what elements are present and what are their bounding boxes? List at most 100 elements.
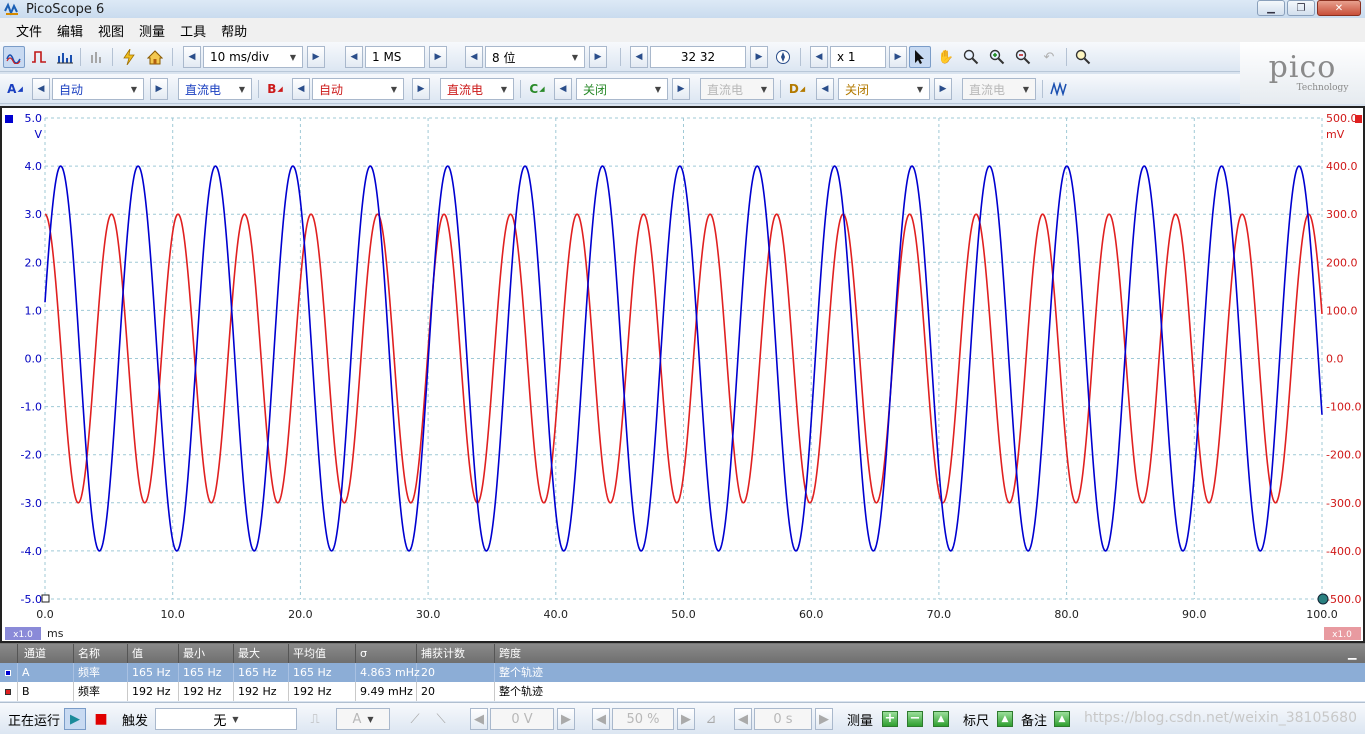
samples-decrease-button[interactable]: ◀ xyxy=(345,46,363,68)
resolution-select[interactable]: 8 位 ▼ xyxy=(485,46,585,68)
zoom-in-tool-icon[interactable] xyxy=(960,46,982,68)
channel-a-range-increase[interactable]: ▶ xyxy=(150,78,168,100)
channel-b-range-increase[interactable]: ▶ xyxy=(412,78,430,100)
edit-measurement-button[interactable]: ▲ xyxy=(933,711,949,727)
auto-setup-icon[interactable] xyxy=(118,46,140,68)
x-axis-tick-label: 70.0 xyxy=(927,608,952,621)
menu-view[interactable]: 视图 xyxy=(90,21,131,40)
channel-c-range-select[interactable]: 关闭 ▼ xyxy=(576,78,668,100)
pretrigger-increase[interactable]: ▶ xyxy=(677,708,695,730)
minimize-button[interactable]: ▁ xyxy=(1257,0,1285,16)
x-axis-tick-label: 30.0 xyxy=(416,608,441,621)
channel-a-range-decrease[interactable]: ◀ xyxy=(32,78,50,100)
pointer-tool-icon[interactable] xyxy=(909,46,931,68)
zoom-field[interactable]: x 1 xyxy=(830,46,886,68)
trigger-mode-select[interactable]: 无 ▼ xyxy=(155,708,297,730)
trigger-level-field[interactable]: 0 V xyxy=(490,708,554,730)
rising-edge-icon[interactable]: ⟋ xyxy=(404,708,426,730)
header-value[interactable]: 值 xyxy=(128,644,179,663)
header-min[interactable]: 最小 xyxy=(179,644,234,663)
timebase-decrease-button[interactable]: ◀ xyxy=(183,46,201,68)
hand-tool-icon[interactable]: ✋ xyxy=(935,46,957,68)
menu-file[interactable]: 文件 xyxy=(8,21,49,40)
channel-b-range-select[interactable]: 自动 ▼ xyxy=(312,78,404,100)
trigger-channel-select[interactable]: A ▼ xyxy=(336,708,390,730)
collapse-icon[interactable]: ▁ xyxy=(1344,644,1362,663)
left-axis-tick-label: -5.0 xyxy=(21,593,42,606)
channel-c-range-decrease[interactable]: ◀ xyxy=(554,78,572,100)
header-capture-count[interactable]: 捕获计数 xyxy=(417,644,495,663)
pretrigger-field[interactable]: 50 % xyxy=(612,708,674,730)
channel-d-options-button[interactable]: D ◢ xyxy=(786,78,808,100)
trigger-level-increase[interactable]: ▶ xyxy=(557,708,575,730)
header-name[interactable]: 名称 xyxy=(74,644,128,663)
channel-b-options-button[interactable]: B ◢ xyxy=(264,78,286,100)
timebase-select[interactable]: 10 ms/div ▼ xyxy=(203,46,303,68)
advanced-trigger-icon[interactable]: ⎍ xyxy=(304,708,326,730)
channel-c-range-increase[interactable]: ▶ xyxy=(672,78,690,100)
samples-field[interactable]: 1 MS xyxy=(365,46,425,68)
spectrum-mode-icon[interactable] xyxy=(54,46,76,68)
ruler-settings-button[interactable]: ▲ xyxy=(997,711,1013,727)
menu-tools[interactable]: 工具 xyxy=(172,21,213,40)
channel-c-coupling-select[interactable]: 直流电 ▼ xyxy=(700,78,774,100)
zoom-increase-button[interactable]: ▶ xyxy=(889,46,907,68)
channel-d-range-decrease[interactable]: ◀ xyxy=(816,78,834,100)
delay-decrease[interactable]: ◀ xyxy=(734,708,752,730)
capture-next-button[interactable]: ▶ xyxy=(750,46,768,68)
header-span[interactable]: 跨度 xyxy=(495,644,1340,663)
zoom-overview-icon[interactable] xyxy=(1072,46,1094,68)
menu-help[interactable]: 帮助 xyxy=(213,21,254,40)
menu-measure[interactable]: 测量 xyxy=(131,21,172,40)
delay-field[interactable]: 0 s xyxy=(754,708,812,730)
close-button[interactable]: ✕ xyxy=(1317,0,1361,16)
zoom-plus-icon[interactable] xyxy=(986,46,1008,68)
channel-b-coupling-select[interactable]: 直流电 ▼ xyxy=(440,78,514,100)
timebase-increase-button[interactable]: ▶ xyxy=(307,46,325,68)
resolution-decrease-button[interactable]: ◀ xyxy=(465,46,483,68)
resolution-increase-button[interactable]: ▶ xyxy=(589,46,607,68)
navigate-compass-icon[interactable] xyxy=(772,46,794,68)
remove-measurement-button[interactable]: − xyxy=(907,711,923,727)
channel-a-range-value: 自动 xyxy=(59,82,84,97)
capture-count-field[interactable]: 32 32 xyxy=(650,46,746,68)
serial-decode-icon[interactable] xyxy=(86,46,108,68)
channel-b-range-decrease[interactable]: ◀ xyxy=(292,78,310,100)
menu-edit[interactable]: 编辑 xyxy=(49,21,90,40)
right-axis-tick-label: -200.0 xyxy=(1326,449,1361,462)
pretrigger-decrease[interactable]: ◀ xyxy=(592,708,610,730)
scope-mode-icon[interactable] xyxy=(3,46,25,68)
home-icon[interactable] xyxy=(144,46,166,68)
header-max[interactable]: 最大 xyxy=(234,644,289,663)
channel-a-range-select[interactable]: 自动 ▼ xyxy=(52,78,144,100)
channel-d-range-increase[interactable]: ▶ xyxy=(934,78,952,100)
start-button[interactable]: ▶ xyxy=(64,708,86,730)
channel-c-options-button[interactable]: C ◢ xyxy=(526,78,548,100)
channel-a-coupling-select[interactable]: 直流电 ▼ xyxy=(178,78,252,100)
zoom-minus-icon[interactable] xyxy=(1012,46,1034,68)
zoom-decrease-button[interactable]: ◀ xyxy=(810,46,828,68)
x-axis-tick-label: 100.0 xyxy=(1306,608,1338,621)
trigger-level-decrease[interactable]: ◀ xyxy=(470,708,488,730)
channel-a-options-button[interactable]: A ◢ xyxy=(4,78,26,100)
restore-button[interactable]: ❐ xyxy=(1287,0,1315,16)
samples-increase-button[interactable]: ▶ xyxy=(429,46,447,68)
scope-view[interactable]: 5.0 4.0 3.0 2.0 1.0 0.0 -1.0 -2.0 -3.0 -4.0 -5.0 V 5… xyxy=(0,106,1365,643)
math-channels-icon[interactable] xyxy=(1048,78,1070,100)
measurement-row-b[interactable]: B 频率 192 Hz 192 Hz 192 Hz 192 Hz 9.49 mH… xyxy=(0,682,1365,701)
falling-edge-icon[interactable]: ⟍ xyxy=(430,708,452,730)
measurement-row-a[interactable]: A 频率 165 Hz 165 Hz 165 Hz 165 Hz 4.863 m… xyxy=(0,663,1365,682)
x-axis-tick-label: 60.0 xyxy=(799,608,824,621)
stop-button[interactable]: ■ xyxy=(93,708,109,730)
persistence-mode-icon[interactable] xyxy=(28,46,50,68)
add-measurement-button[interactable]: + xyxy=(882,711,898,727)
delay-increase[interactable]: ▶ xyxy=(815,708,833,730)
undo-zoom-icon[interactable]: ↶ xyxy=(1038,46,1060,68)
channel-d-coupling-select[interactable]: 直流电 ▼ xyxy=(962,78,1036,100)
capture-prev-button[interactable]: ◀ xyxy=(630,46,648,68)
channel-d-range-select[interactable]: 关闭 ▼ xyxy=(838,78,930,100)
header-average[interactable]: 平均值 xyxy=(289,644,356,663)
header-sigma[interactable]: σ xyxy=(356,644,417,663)
notes-button[interactable]: ▲ xyxy=(1054,711,1070,727)
header-channel[interactable]: 通道 xyxy=(18,644,74,663)
